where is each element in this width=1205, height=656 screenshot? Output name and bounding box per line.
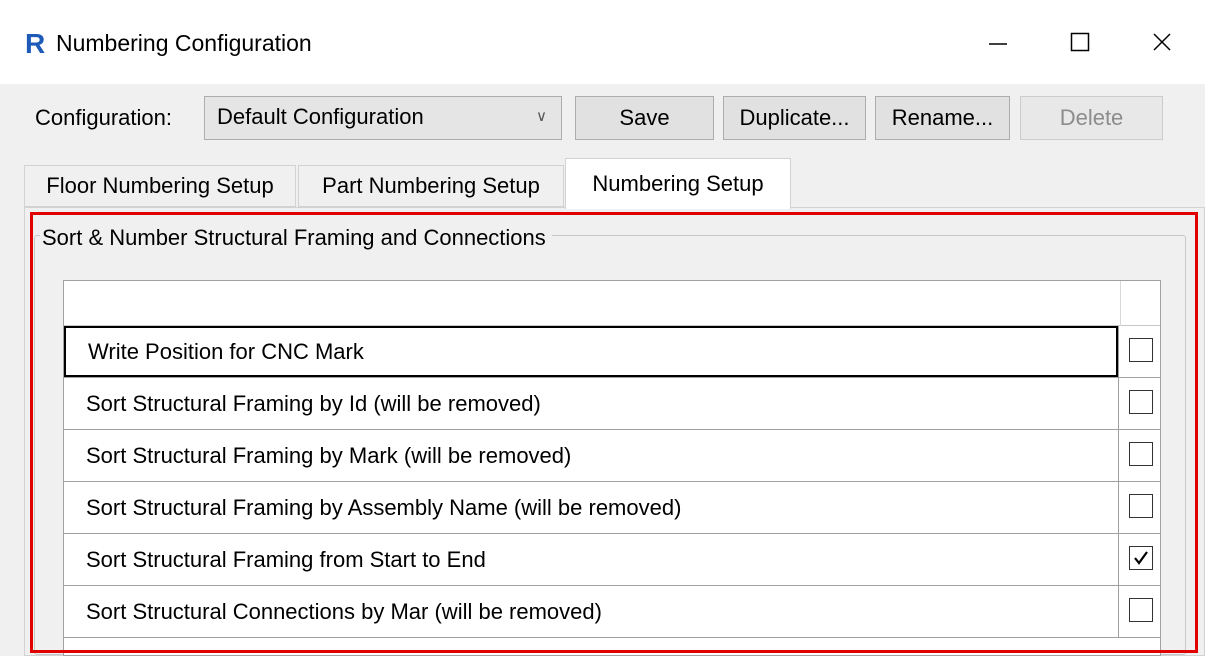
maximize-button[interactable]: [1052, 18, 1108, 66]
delete-button[interactable]: Delete: [1020, 96, 1163, 140]
groupbox-title: Sort & Number Structural Framing and Con…: [40, 225, 552, 251]
close-button[interactable]: [1134, 18, 1190, 66]
row-label: Sort Structural Framing by Id (will be r…: [86, 390, 541, 416]
row-checkbox[interactable]: [1129, 442, 1153, 466]
grid-row[interactable]: Sort Structural Connections by Mar (will…: [64, 586, 1160, 638]
grid-header: [64, 281, 1160, 326]
row-checkbox[interactable]: [1129, 390, 1153, 414]
grid-row[interactable]: Sort Structural Framing by Mark (will be…: [64, 430, 1160, 482]
tab-part-numbering-setup[interactable]: Part Numbering Setup: [298, 165, 564, 207]
tab-floor-numbering-setup[interactable]: Floor Numbering Setup: [24, 165, 296, 207]
maximize-icon: [1070, 32, 1090, 52]
row-checkbox[interactable]: [1129, 598, 1153, 622]
window-title: Numbering Configuration: [56, 30, 312, 56]
revit-r-icon: R: [25, 28, 45, 58]
tab-numbering-setup[interactable]: Numbering Setup: [565, 158, 791, 209]
row-checkbox[interactable]: [1129, 338, 1153, 362]
minimize-icon: [989, 43, 1007, 45]
minimize-button[interactable]: [970, 18, 1026, 66]
configuration-value: Default Configuration: [217, 104, 424, 129]
cell-divider: [1118, 482, 1119, 533]
grid-header-divider: [1120, 281, 1121, 326]
configuration-label: Configuration:: [35, 105, 172, 130]
rename-button[interactable]: Rename...: [875, 96, 1010, 140]
grid-row[interactable]: Sort Structural Framing by Id (will be r…: [64, 378, 1160, 430]
row-checkbox-checked[interactable]: [1129, 546, 1153, 570]
duplicate-button[interactable]: Duplicate...: [723, 96, 866, 140]
title-bar: R Numbering Configuration: [0, 0, 1205, 84]
row-label: Sort Structural Framing by Assembly Name…: [86, 494, 682, 520]
row-label: Write Position for CNC Mark: [64, 326, 1118, 377]
row-label: Sort Structural Framing from Start to En…: [86, 546, 486, 572]
row-checkbox[interactable]: [1129, 494, 1153, 518]
grid-row[interactable]: Write Position for CNC Mark: [64, 326, 1160, 378]
checkmark-icon: [1134, 551, 1148, 565]
cell-divider: [1118, 378, 1119, 429]
settings-grid: Write Position for CNC Mark Sort Structu…: [63, 280, 1161, 656]
grid-row[interactable]: Sort Structural Framing from Start to En…: [64, 534, 1160, 586]
cell-divider: [1118, 534, 1119, 585]
svg-text:R: R: [25, 28, 45, 58]
row-label: Sort Structural Framing by Mark (will be…: [86, 442, 572, 468]
cell-divider: [1118, 326, 1119, 377]
row-label: Sort Structural Connections by Mar (will…: [86, 598, 602, 624]
save-button[interactable]: Save: [575, 96, 714, 140]
close-icon: [1153, 33, 1171, 51]
configuration-dropdown[interactable]: Default Configuration ∨: [204, 96, 562, 140]
cell-divider: [1118, 586, 1119, 637]
cell-divider: [1118, 430, 1119, 481]
grid-row[interactable]: Sort Structural Framing by Assembly Name…: [64, 482, 1160, 534]
chevron-down-icon: ∨: [536, 108, 547, 125]
